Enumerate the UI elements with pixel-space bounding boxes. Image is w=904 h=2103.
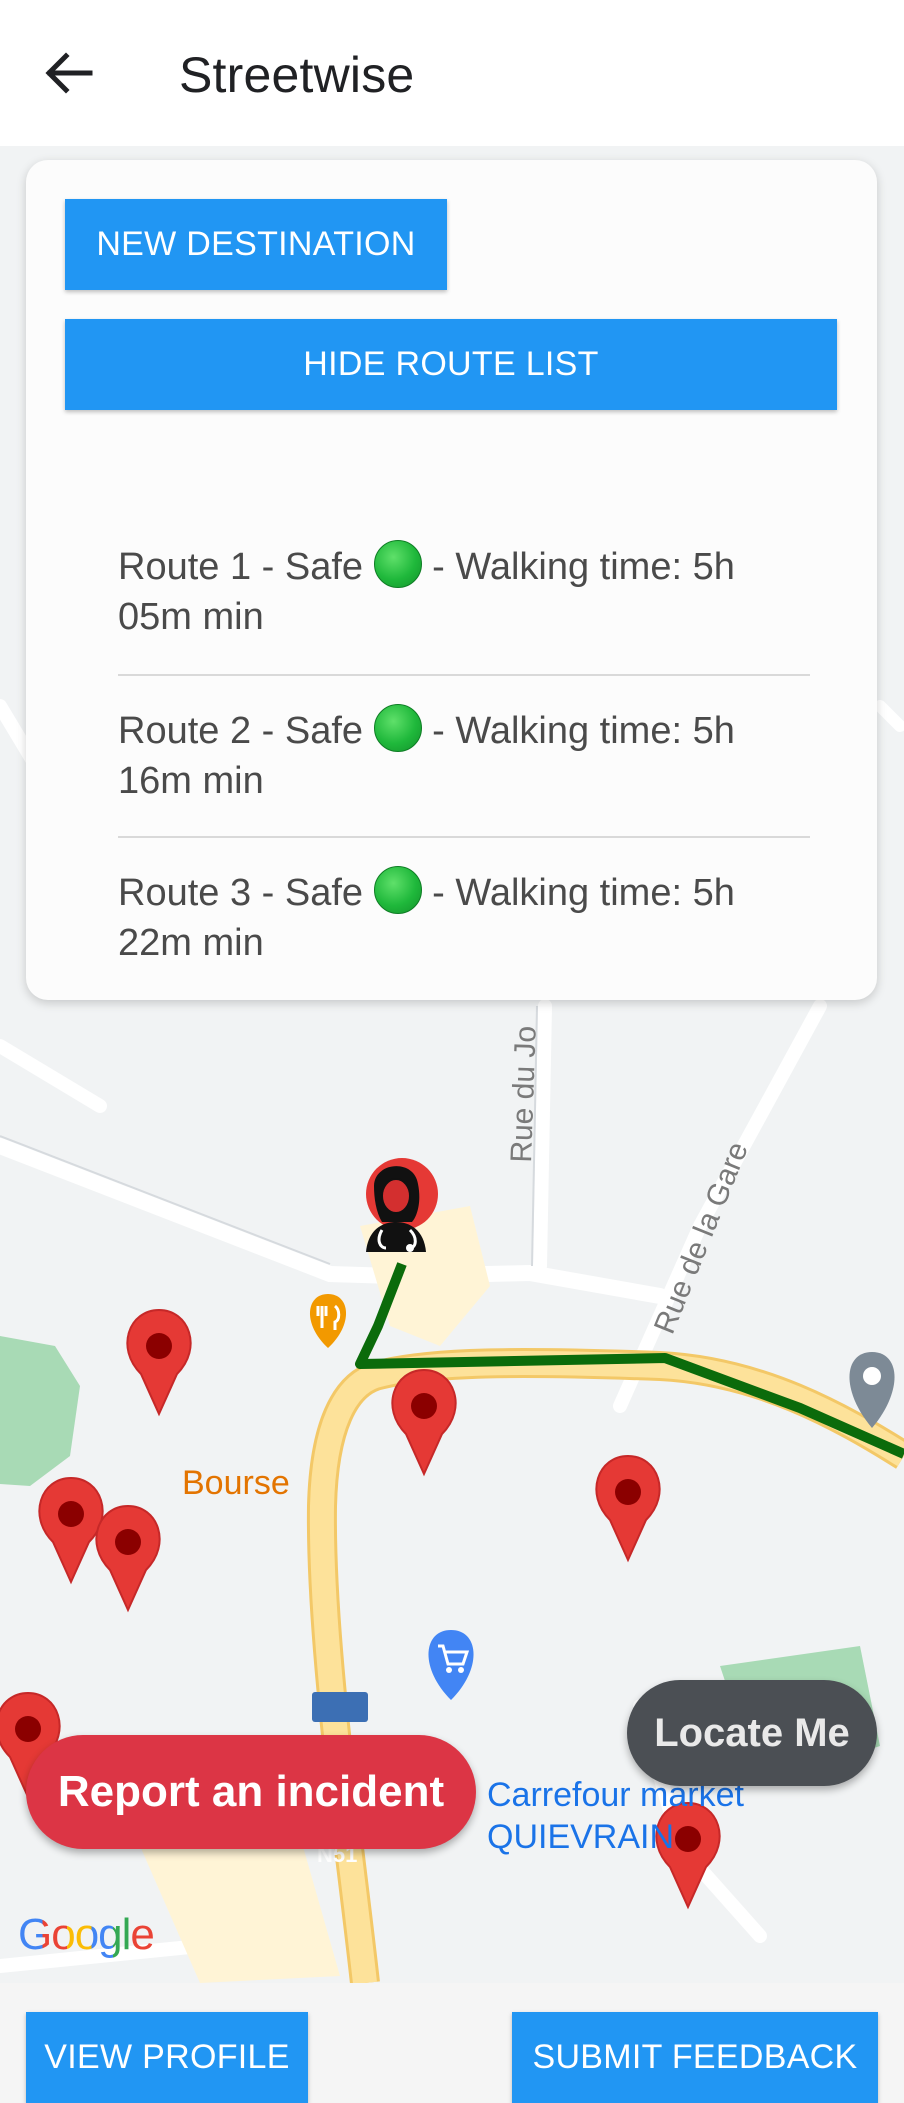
hide-route-list-button[interactable]: HIDE ROUTE LIST: [65, 319, 837, 410]
google-logo-text: Google: [18, 1910, 155, 1959]
report-incident-button[interactable]: Report an incident: [26, 1735, 476, 1849]
incident-marker-5[interactable]: [90, 1504, 166, 1614]
store-label-line2: QUIEVRAIN: [487, 1818, 675, 1856]
submit-feedback-button[interactable]: SUBMIT FEEDBACK: [512, 2012, 878, 2103]
street-label-rue-du-jo: Rue du Jo: [505, 1025, 543, 1164]
back-arrow-icon[interactable]: [38, 42, 100, 104]
route-list: Route 1 - Safe - Walking time: 5h 05m mi…: [118, 540, 810, 998]
route-item-2[interactable]: Route 2 - Safe - Walking time: 5h 16m mi…: [118, 674, 810, 836]
green-circle-icon: [373, 866, 422, 914]
user-location-avatar-icon: [352, 1152, 442, 1262]
green-circle-icon: [373, 540, 422, 588]
route-item-prefix: Route 2 - Safe: [118, 710, 364, 752]
bottom-bar: VIEW PROFILE SUBMIT FEEDBACK: [0, 1983, 904, 2103]
incident-marker-1[interactable]: [121, 1308, 197, 1418]
locate-me-button[interactable]: Locate Me: [627, 1680, 877, 1786]
route-panel: NEW DESTINATION HIDE ROUTE LIST Route 1 …: [26, 160, 877, 1000]
route-item-prefix: Route 3 - Safe: [118, 872, 364, 914]
route-item-1[interactable]: Route 1 - Safe - Walking time: 5h 05m mi…: [118, 540, 810, 674]
restaurant-label: Bourse: [182, 1464, 290, 1502]
green-circle-icon: [373, 704, 422, 752]
new-destination-button[interactable]: NEW DESTINATION: [65, 199, 447, 290]
incident-marker-3[interactable]: [590, 1454, 666, 1564]
app-title: Streetwise: [179, 47, 415, 103]
route-item-prefix: Route 1 - Safe: [118, 546, 364, 588]
app-bar: Streetwise: [0, 0, 904, 146]
route-item-3[interactable]: Route 3 - Safe - Walking time: 5h 22m mi…: [118, 836, 810, 998]
view-profile-button[interactable]: VIEW PROFILE: [26, 2012, 308, 2103]
incident-marker-2[interactable]: [386, 1368, 462, 1478]
google-logo: Google: [18, 1910, 155, 1960]
